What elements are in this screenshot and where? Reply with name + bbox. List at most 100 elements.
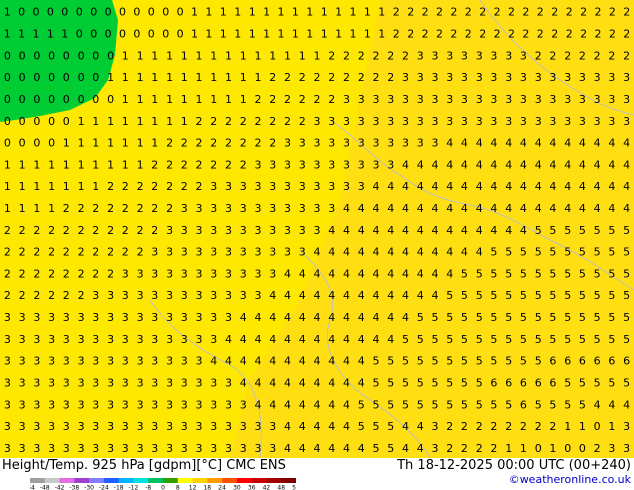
temp-label: 4 xyxy=(314,267,321,280)
temp-label: 2 xyxy=(240,115,247,128)
temp-label: 4 xyxy=(476,180,483,193)
temp-label: 4 xyxy=(579,158,586,171)
temp-label: 3 xyxy=(343,93,350,106)
temp-label: 1 xyxy=(181,93,188,106)
temp-label: 1 xyxy=(196,93,203,106)
temp-label: 1 xyxy=(306,28,313,41)
temp-label: 5 xyxy=(564,398,571,411)
temp-label: 3 xyxy=(564,71,571,84)
temp-label: 3 xyxy=(92,398,99,411)
temp-label: 0 xyxy=(18,6,25,19)
temp-label: 5 xyxy=(623,311,630,324)
temp-label: 4 xyxy=(490,137,497,150)
temp-label: 3 xyxy=(432,420,439,433)
temp-label: 4 xyxy=(343,311,350,324)
temp-label: 3 xyxy=(476,115,483,128)
temp-label: 0 xyxy=(92,71,99,84)
temp-label: 3 xyxy=(63,333,70,346)
color-scale-tick-label: 8 xyxy=(176,485,180,490)
temp-label: 5 xyxy=(535,333,542,346)
temp-label: 3 xyxy=(137,311,144,324)
temp-label: 0 xyxy=(119,28,126,41)
temp-label: 0 xyxy=(564,442,571,455)
temp-label: 2 xyxy=(387,71,394,84)
temp-label: 4 xyxy=(549,158,556,171)
temp-label: 4 xyxy=(358,442,365,455)
temp-label: 5 xyxy=(417,311,424,324)
temp-label: 3 xyxy=(19,333,26,346)
temp-label: 5 xyxy=(476,377,483,390)
temp-label: 4 xyxy=(505,224,512,237)
temp-label: 5 xyxy=(446,355,453,368)
temp-label: 2 xyxy=(151,202,158,215)
temp-label: 5 xyxy=(564,311,571,324)
temp-label: 5 xyxy=(490,246,497,259)
temp-label: 0 xyxy=(19,93,26,106)
temp-label: 1 xyxy=(335,6,342,19)
color-scale-segment xyxy=(163,478,179,483)
temp-label: 0 xyxy=(63,93,70,106)
temp-label: 4 xyxy=(387,289,394,302)
temp-label: 0 xyxy=(4,49,11,62)
temp-label: 3 xyxy=(196,267,203,280)
temp-label: 2 xyxy=(210,137,217,150)
temp-label: 3 xyxy=(225,180,232,193)
temp-label: 3 xyxy=(225,398,232,411)
temp-label: 5 xyxy=(594,377,601,390)
temp-label: 2 xyxy=(269,115,276,128)
temp-label: 0 xyxy=(48,137,55,150)
temp-label: 4 xyxy=(402,267,409,280)
temp-label: 5 xyxy=(461,289,468,302)
temp-label: 2 xyxy=(436,28,443,41)
temp-label: 3 xyxy=(402,115,409,128)
temp-label: 3 xyxy=(284,202,291,215)
temp-label: 4 xyxy=(240,355,247,368)
temp-label: 3 xyxy=(358,93,365,106)
temp-label: 3 xyxy=(33,377,40,390)
temp-label: 4 xyxy=(549,202,556,215)
temp-label: 2 xyxy=(19,267,26,280)
temp-label: 2 xyxy=(461,420,468,433)
temp-label: 4 xyxy=(284,420,291,433)
temp-label: 2 xyxy=(166,158,173,171)
temp-label: 5 xyxy=(387,377,394,390)
temp-label: 1 xyxy=(4,180,11,193)
temp-label: 3 xyxy=(269,246,276,259)
temp-label: 0 xyxy=(19,49,26,62)
temp-label: 4 xyxy=(269,333,276,346)
temp-label: 3 xyxy=(417,93,424,106)
temp-label: 4 xyxy=(314,311,321,324)
temp-label: 0 xyxy=(61,6,68,19)
temp-label: 4 xyxy=(269,289,276,302)
temp-label: 2 xyxy=(137,224,144,237)
temp-label: 1 xyxy=(181,49,188,62)
temp-label: 5 xyxy=(623,267,630,280)
color-scale-tick-label: -24 xyxy=(99,485,109,490)
temp-label: 3 xyxy=(314,180,321,193)
temp-label: 4 xyxy=(358,377,365,390)
temp-label: 2 xyxy=(343,71,350,84)
temp-label: 4 xyxy=(623,180,630,193)
temp-label: 3 xyxy=(33,442,40,455)
temp-label: 3 xyxy=(564,115,571,128)
temp-label: 4 xyxy=(269,355,276,368)
temp-label: 3 xyxy=(196,333,203,346)
temp-label: 5 xyxy=(446,398,453,411)
temp-label: 5 xyxy=(402,355,409,368)
color-scale: -54 -48 -42 -38 -30 -24 -18 -12 -8 0 8 12 18 24 30 36 42… xyxy=(30,478,296,490)
temp-label: 4 xyxy=(343,224,350,237)
temp-label: 3 xyxy=(92,355,99,368)
temp-label: 3 xyxy=(328,158,335,171)
temp-label: 2 xyxy=(4,289,11,302)
credit-link[interactable]: ©weatheronline.co.uk xyxy=(509,473,631,486)
temp-label: 3 xyxy=(210,246,217,259)
temp-label: 0 xyxy=(19,115,26,128)
temp-label: 2 xyxy=(566,28,573,41)
temp-label: 1 xyxy=(335,28,342,41)
map-title: Height/Temp. 925 hPa [gdpm][°C] CMC ENS xyxy=(2,458,286,473)
temp-label: 2 xyxy=(107,267,114,280)
temp-label: 2 xyxy=(358,71,365,84)
temp-label: 2 xyxy=(358,49,365,62)
temp-label: 1 xyxy=(608,420,615,433)
temp-label: 0 xyxy=(48,49,55,62)
